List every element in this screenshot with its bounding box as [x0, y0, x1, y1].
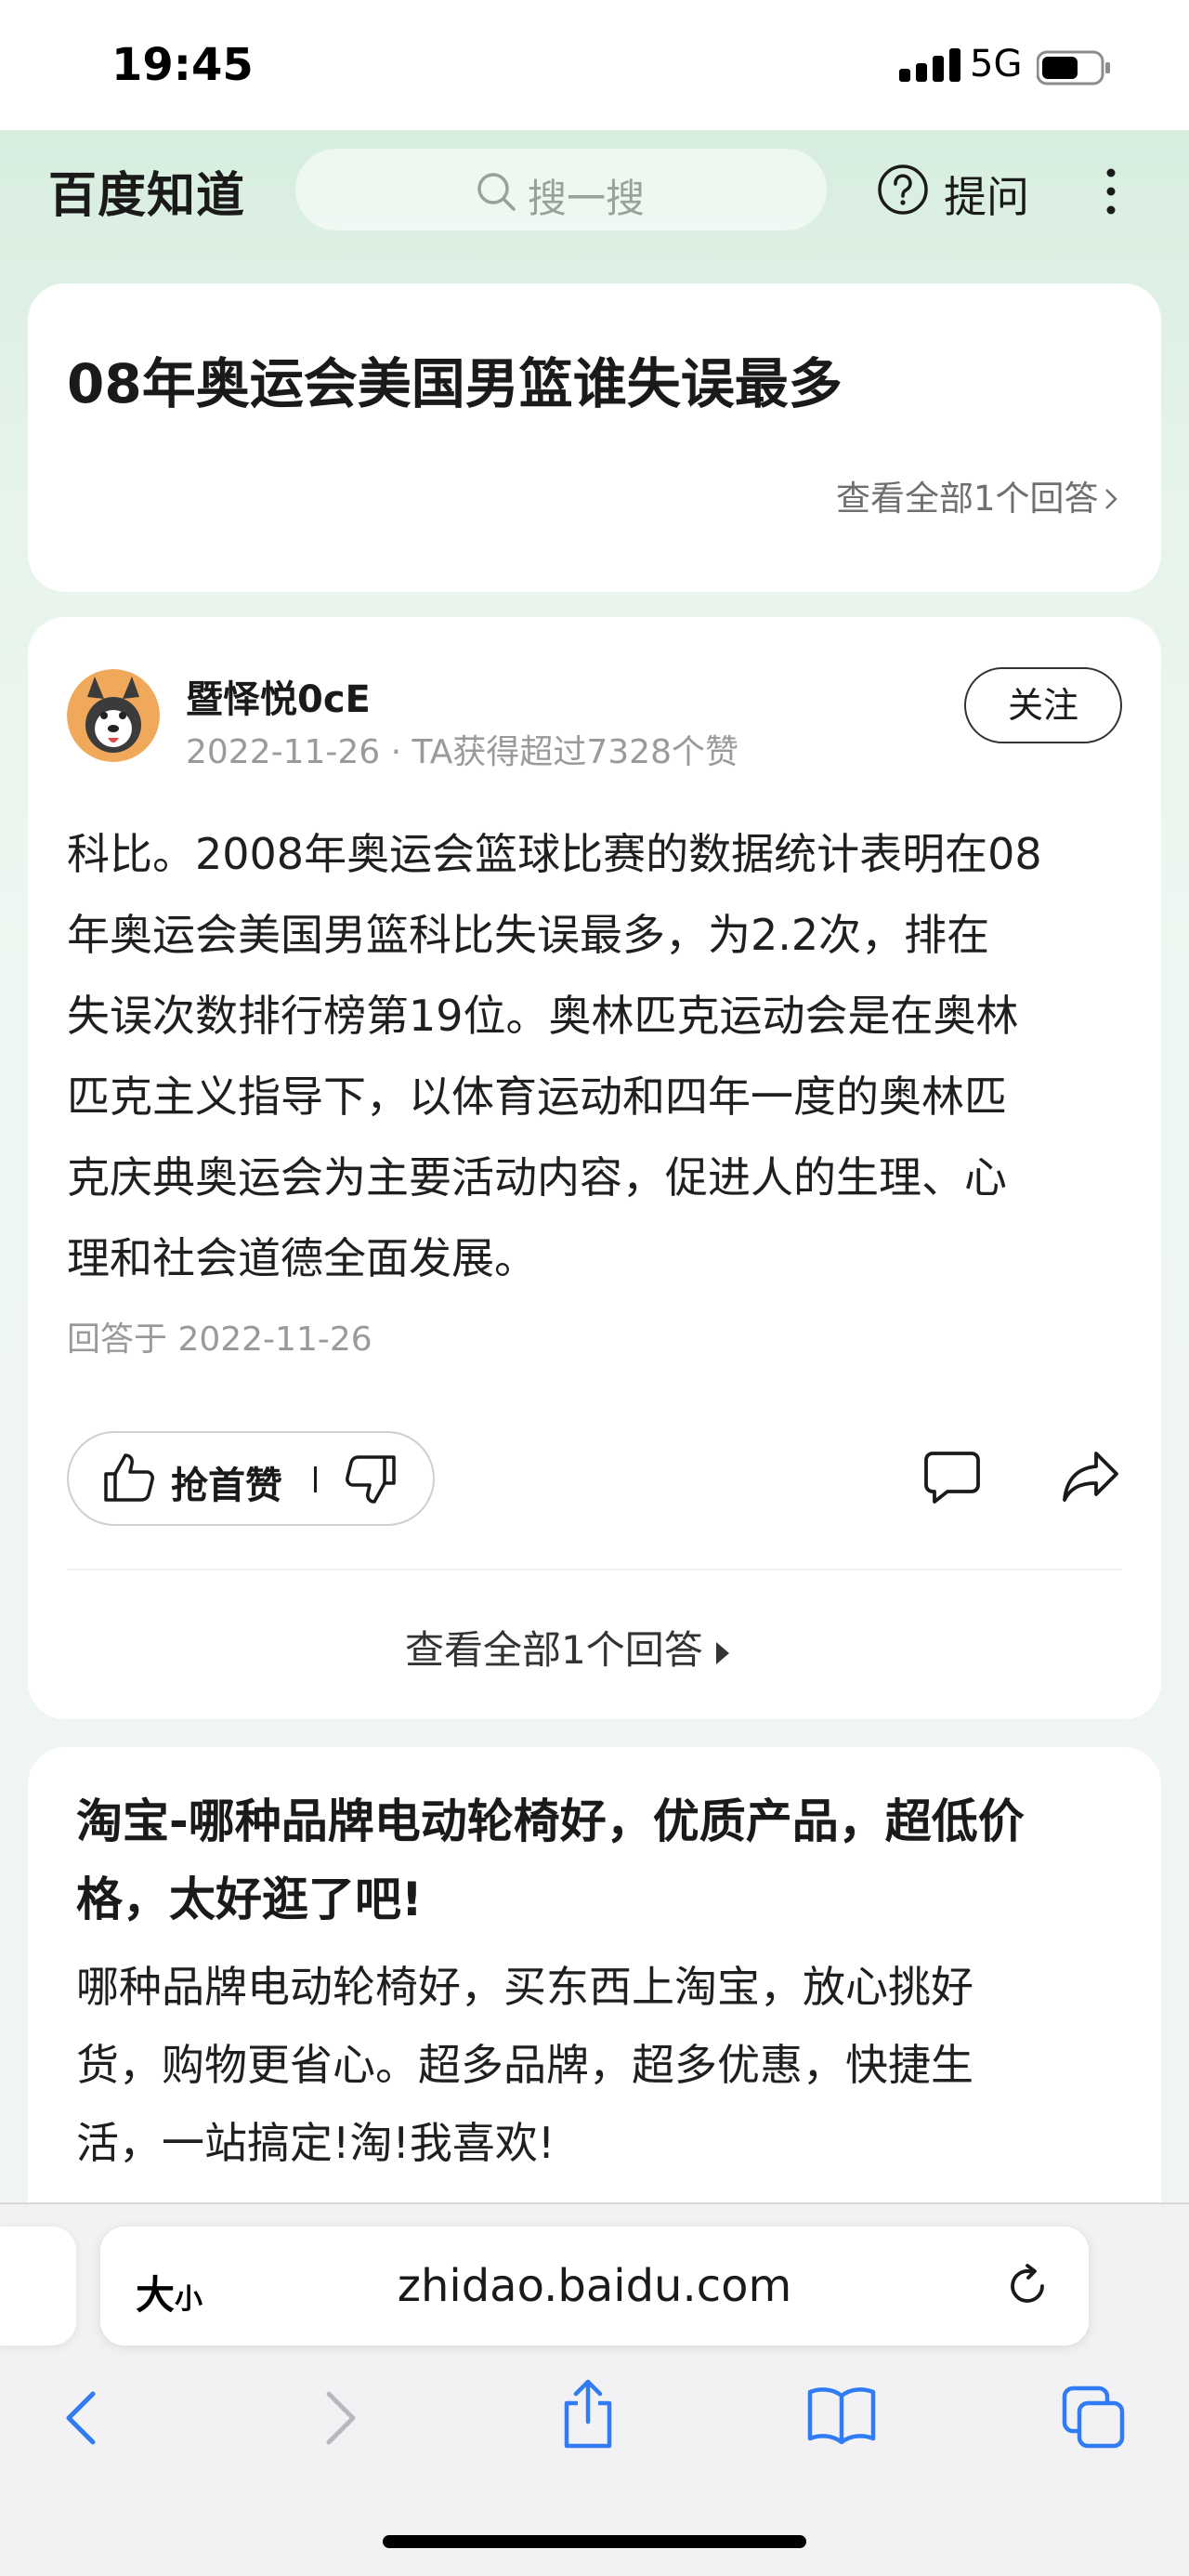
- share-arrow-icon[interactable]: [1061, 1448, 1120, 1505]
- ad-body-line: 活，一站搞定!淘!我喜欢!: [76, 2118, 555, 2168]
- share-icon[interactable]: [557, 2379, 619, 2450]
- tabs-icon[interactable]: [1061, 2385, 1126, 2450]
- ad-title-line: 淘宝-哪种品牌电动轮椅好，优质产品，超低价: [76, 1794, 1025, 1848]
- question-title: 08年奥运会美国男篮谁失误最多: [67, 352, 843, 415]
- view-all-answers-label: 查看全部1个回答: [836, 479, 1099, 519]
- answer-line: 年奥运会美国男篮科比失误最多，为2.2次，排在: [67, 910, 990, 960]
- ad-body-line: 哪种品牌电动轮椅好，买东西上淘宝，放心挑好: [76, 1962, 973, 2012]
- status-time: 19:45: [111, 39, 254, 91]
- question-card: [28, 283, 1161, 592]
- site-logo[interactable]: 百度知道: [48, 156, 245, 226]
- answerer-meta: 2022-11-26 · TA获得超过7328个赞: [186, 733, 738, 771]
- answer-line: 匹克主义指导下，以体育运动和四年一度的奥林匹: [67, 1071, 1007, 1122]
- view-all-answers-link[interactable]: 查看全部1个回答: [836, 470, 1117, 520]
- ad-body: 哪种品牌电动轮椅好，买东西上淘宝，放心挑好 货，购物更省心。超多品牌，超多优惠，…: [76, 1948, 1117, 2182]
- answer-line: 科比。2008年奥运会篮球比赛的数据统计表明在08: [67, 829, 1042, 879]
- divider: [67, 1569, 1122, 1571]
- ad-body-line: 货，购物更省心。超多品牌，超多优惠，快捷生: [76, 2040, 973, 2090]
- chevron-right-icon: [1104, 489, 1117, 509]
- answer-line: 理和社会道德全面发展。: [67, 1233, 537, 1283]
- answerer-name[interactable]: 暨怿悦0cE: [186, 669, 371, 723]
- comment-icon[interactable]: [923, 1450, 981, 1505]
- answered-date: 回答于 2022-11-26: [67, 1321, 372, 1359]
- ask-question-button[interactable]: 提问: [944, 164, 1029, 225]
- avatar[interactable]: [67, 669, 160, 762]
- ad-title[interactable]: 淘宝-哪种品牌电动轮椅好，优质产品，超低价 格，太好逛了吧!: [76, 1782, 1117, 1939]
- battery-icon: [1037, 50, 1110, 85]
- signal-icon: [899, 48, 960, 82]
- thumb-down-icon[interactable]: [344, 1452, 399, 1507]
- follow-button[interactable]: 关注: [964, 667, 1122, 743]
- answer-line: 克庆典奥运会为主要活动内容，促进人的生理、心: [67, 1152, 1007, 1203]
- reload-icon[interactable]: [1003, 2262, 1052, 2310]
- network-type: 5G: [970, 43, 1023, 85]
- more-vertical-icon[interactable]: [1096, 165, 1126, 217]
- question-icon[interactable]: [877, 164, 929, 216]
- home-indicator[interactable]: [383, 2535, 806, 2548]
- search-placeholder: 搜一搜: [528, 176, 646, 221]
- vote-separator: [314, 1466, 317, 1492]
- like-button-label[interactable]: 抢首赞: [171, 1455, 282, 1509]
- forward-icon[interactable]: [314, 2388, 366, 2448]
- answer-line: 失误次数排行榜第19位。奥林匹克运动会是在奥林: [67, 991, 1019, 1041]
- view-all-answers-bottom-label: 查看全部1个回答: [405, 1627, 703, 1673]
- ad-title-line: 格，太好逛了吧!: [76, 1873, 423, 1926]
- bookmarks-icon[interactable]: [806, 2385, 877, 2444]
- thumb-up-icon[interactable]: [100, 1450, 156, 1505]
- search-icon: [477, 173, 516, 211]
- view-all-answers-button[interactable]: 查看全部1个回答: [405, 1619, 729, 1676]
- answer-body: 科比。2008年奥运会篮球比赛的数据统计表明在08 年奥运会美国男篮科比失误最多…: [67, 814, 1122, 1299]
- triangle-right-icon: [715, 1641, 729, 1664]
- back-icon[interactable]: [56, 2388, 108, 2448]
